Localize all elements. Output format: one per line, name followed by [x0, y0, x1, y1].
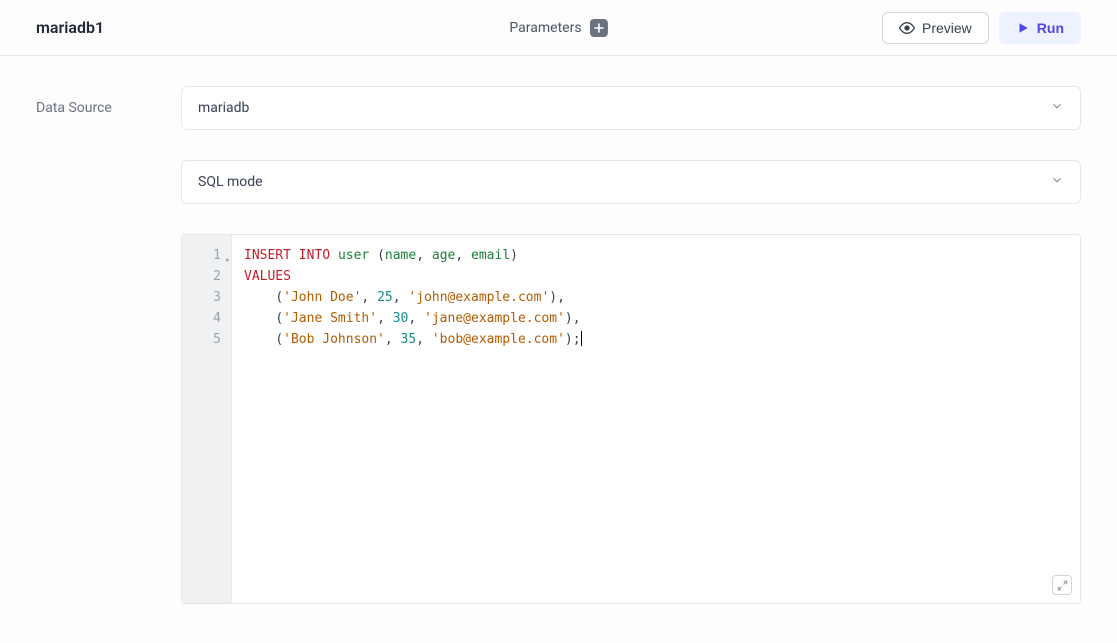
add-parameter-button[interactable]: [590, 19, 608, 37]
parameters-label: Parameters: [509, 20, 581, 36]
run-button-label: Run: [1037, 20, 1064, 36]
run-button[interactable]: Run: [999, 12, 1081, 44]
preview-button-label: Preview: [922, 20, 972, 36]
mode-row: SQL mode: [36, 160, 1081, 204]
editor-row: 1▾2345 INSERT INTO user (name, age, emai…: [181, 234, 1081, 604]
query-title: mariadb1: [36, 18, 104, 37]
mode-select[interactable]: SQL mode: [181, 160, 1081, 204]
data-source-select[interactable]: mariadb: [181, 86, 1081, 130]
plus-icon: [594, 23, 604, 33]
sql-editor[interactable]: 1▾2345 INSERT INTO user (name, age, emai…: [181, 234, 1081, 604]
chevron-down-icon: [1050, 173, 1064, 191]
data-source-value: mariadb: [198, 100, 249, 116]
editor-gutter: 1▾2345: [182, 235, 232, 603]
data-source-row: Data Source mariadb: [36, 86, 1081, 130]
expand-icon: [1057, 580, 1068, 591]
preview-button[interactable]: Preview: [882, 12, 989, 44]
data-source-label: Data Source: [36, 100, 181, 116]
chevron-down-icon: [1050, 99, 1064, 117]
content: Data Source mariadb SQL mode 1▾2345 INSE…: [0, 56, 1117, 634]
header-actions: Preview Run: [882, 12, 1081, 44]
header: mariadb1 Parameters Preview Run: [0, 0, 1117, 56]
parameters-section: Parameters: [509, 19, 607, 37]
eye-icon: [899, 20, 915, 36]
mode-value: SQL mode: [198, 174, 263, 190]
editor-code[interactable]: INSERT INTO user (name, age, email)VALUE…: [232, 235, 1080, 603]
expand-editor-button[interactable]: [1052, 575, 1072, 595]
play-icon: [1016, 21, 1030, 35]
